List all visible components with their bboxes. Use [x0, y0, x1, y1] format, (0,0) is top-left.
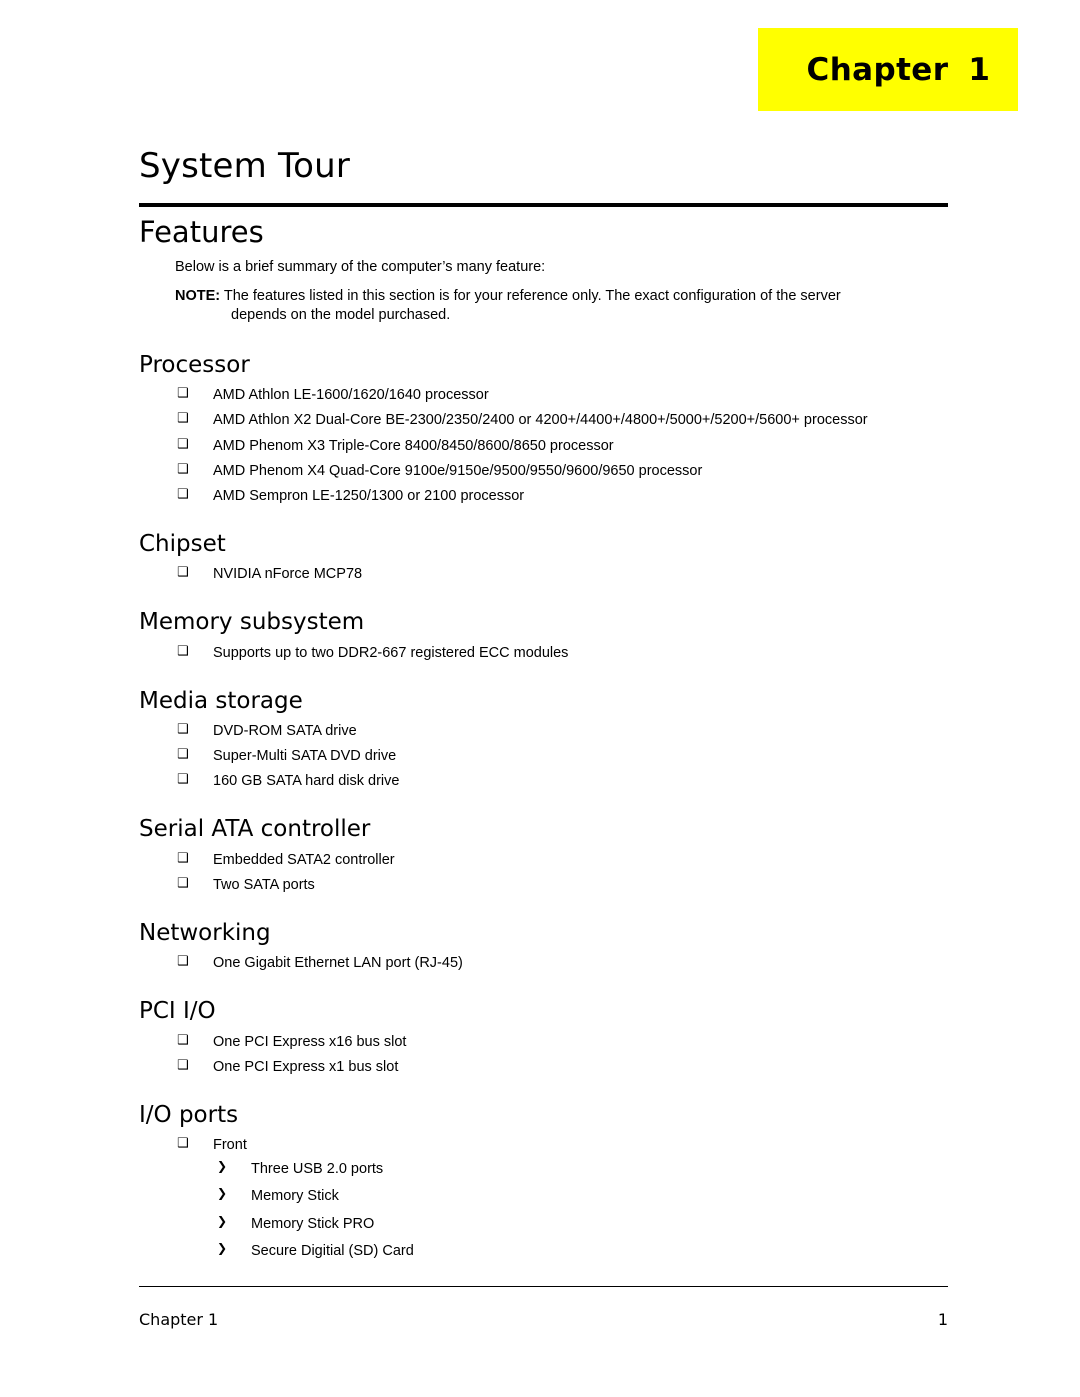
list-item-label: One PCI Express x16 bus slot — [213, 1033, 407, 1050]
list-item: ❑ 160 GB SATA hard disk drive — [139, 772, 949, 790]
sublist-front-ports: ❯ Three USB 2.0 ports ❯ Memory Stick ❯ Memo… — [213, 1159, 949, 1260]
list-item: ❑ One PCI Express x1 bus slot — [139, 1058, 949, 1076]
square-bullet-icon: ❑ — [177, 1032, 189, 1048]
arrow-bullet-icon: ❯ — [217, 1159, 228, 1174]
list-item: ❑ DVD-ROM SATA drive — [139, 722, 949, 740]
subsection-heading-pci-io: PCI I/O — [139, 998, 216, 1025]
list-item: ❑ AMD Phenom X3 Triple-Core 8400/8450/860… — [139, 437, 949, 455]
footer-chapter-label: Chapter 1 — [139, 1310, 219, 1329]
note-label: NOTE: — [175, 287, 221, 304]
footer-page-number: 1 — [937, 1310, 948, 1329]
square-bullet-icon: ❑ — [177, 850, 189, 866]
square-bullet-icon: ❑ — [177, 565, 189, 581]
section-heading-features: Features — [139, 215, 264, 249]
square-bullet-icon: ❑ — [177, 747, 189, 763]
list-item: ❑ One PCI Express x16 bus slot — [139, 1033, 949, 1051]
list-item-label: NVIDIA nForce MCP78 — [213, 566, 363, 583]
list-item-label: DVD-ROM SATA drive — [213, 723, 357, 740]
subsection-heading-chipset: Chipset — [139, 530, 226, 557]
subsection-heading-media-storage: Media storage — [139, 687, 303, 714]
square-bullet-icon: ❑ — [177, 461, 189, 477]
arrow-bullet-icon: ❯ — [217, 1240, 228, 1255]
document-page: Chapter 1 System Tour Features Below is … — [0, 0, 1080, 1397]
content-body: Below is a brief summary of the computer… — [139, 258, 949, 1269]
sub-list-item: ❯ Memory Stick — [213, 1186, 949, 1205]
sub-list-item: ❯ Three USB 2.0 ports — [213, 1159, 949, 1178]
arrow-bullet-icon: ❯ — [217, 1213, 228, 1228]
square-bullet-icon: ❑ — [177, 954, 189, 970]
list-processor: ❑ AMD Athlon LE-1600/1620/1640 processor … — [139, 386, 949, 505]
list-item: ❑ Super-Multi SATA DVD drive — [139, 747, 949, 765]
list-item: ❑ Embedded SATA2 controller — [139, 851, 949, 869]
chapter-label: Chapter — [806, 51, 949, 88]
chapter-banner: Chapter 1 — [758, 28, 1018, 111]
list-pci-io: ❑ One PCI Express x16 bus slot ❑ One PCI E… — [139, 1033, 949, 1076]
footer-divider — [139, 1286, 948, 1287]
list-item-label: AMD Phenom X4 Quad-Core 9100e/9150e/9500… — [213, 462, 703, 479]
note-text-line2: depends on the model purchased. — [231, 307, 451, 324]
note-text-line1: The features listed in this section is f… — [220, 287, 841, 304]
list-item-label: Supports up to two DDR2-667 registered E… — [213, 644, 569, 661]
square-bullet-icon: ❑ — [177, 436, 189, 452]
square-bullet-icon: ❑ — [177, 1057, 189, 1073]
square-bullet-icon: ❑ — [177, 1136, 189, 1152]
note-paragraph: NOTE: The features listed in this sectio… — [175, 287, 949, 326]
list-chipset: ❑ NVIDIA nForce MCP78 — [139, 565, 949, 583]
page-title: System Tour — [139, 146, 351, 186]
list-item-label: AMD Athlon LE-1600/1620/1640 processor — [213, 387, 489, 404]
list-item: ❑ NVIDIA nForce MCP78 — [139, 565, 949, 583]
list-item-label: One Gigabit Ethernet LAN port (RJ-45) — [213, 955, 463, 972]
list-networking: ❑ One Gigabit Ethernet LAN port (RJ-45) — [139, 954, 949, 972]
list-item: ❑ One Gigabit Ethernet LAN port (RJ-45) — [139, 954, 949, 972]
square-bullet-icon: ❑ — [177, 722, 189, 738]
subsection-heading-networking: Networking — [139, 919, 271, 946]
arrow-bullet-icon: ❯ — [217, 1186, 228, 1201]
square-bullet-icon: ❑ — [177, 411, 189, 427]
subsection-heading-processor: Processor — [139, 351, 250, 378]
square-bullet-icon: ❑ — [177, 486, 189, 502]
sub-list-item-label: Secure Digitial (SD) Card — [251, 1242, 414, 1259]
square-bullet-icon: ❑ — [177, 875, 189, 891]
list-item-label: Super-Multi SATA DVD drive — [213, 748, 397, 765]
sub-list-item: ❯ Memory Stick PRO — [213, 1213, 949, 1233]
list-serial-ata-controller: ❑ Embedded SATA2 controller ❑ Two SATA por… — [139, 851, 949, 894]
chapter-number: 1 — [968, 51, 990, 88]
list-memory-subsystem: ❑ Supports up to two DDR2-667 registered … — [139, 644, 949, 662]
list-item: ❑ Front ❯ Three USB 2.0 ports ❯ Memory Sti… — [139, 1136, 949, 1260]
list-item-label: AMD Athlon X2 Dual-Core BE-2300/2350/240… — [213, 412, 868, 429]
sub-list-item-label: Memory Stick — [251, 1188, 339, 1205]
list-media-storage: ❑ DVD-ROM SATA drive ❑ Super-Multi SATA DV… — [139, 722, 949, 790]
sub-list-item: ❯ Secure Digitial (SD) Card — [213, 1240, 949, 1260]
list-item: ❑ AMD Phenom X4 Quad-Core 9100e/9150e/950… — [139, 462, 949, 480]
sub-list-item-label: Three USB 2.0 ports — [251, 1161, 384, 1178]
square-bullet-icon: ❑ — [177, 643, 189, 659]
list-item-label: AMD Sempron LE-1250/1300 or 2100 process… — [213, 487, 525, 504]
list-item: ❑ AMD Sempron LE-1250/1300 or 2100 proces… — [139, 487, 949, 505]
list-item: ❑ Two SATA ports — [139, 876, 949, 894]
intro-paragraph: Below is a brief summary of the computer… — [175, 259, 546, 275]
list-item-label: One PCI Express x1 bus slot — [213, 1058, 399, 1075]
list-item-label: Two SATA ports — [213, 876, 315, 893]
list-item-label: Front — [213, 1137, 247, 1154]
list-item-label: 160 GB SATA hard disk drive — [213, 773, 400, 790]
subsection-heading-io-ports: I/O ports — [139, 1101, 239, 1128]
square-bullet-icon: ❑ — [177, 386, 189, 402]
sub-list-item-label: Memory Stick PRO — [251, 1215, 375, 1232]
list-item: ❑ AMD Athlon LE-1600/1620/1640 processor — [139, 386, 949, 404]
subsection-heading-memory-subsystem: Memory subsystem — [139, 609, 365, 636]
title-divider — [139, 203, 948, 207]
list-item: ❑ AMD Athlon X2 Dual-Core BE-2300/2350/24… — [139, 411, 949, 429]
list-item: ❑ Supports up to two DDR2-667 registered … — [139, 644, 949, 662]
list-item-label: Embedded SATA2 controller — [213, 851, 395, 868]
list-io-ports: ❑ Front ❯ Three USB 2.0 ports ❯ Memory Sti… — [139, 1136, 949, 1260]
square-bullet-icon: ❑ — [177, 772, 189, 788]
list-item-label: AMD Phenom X3 Triple-Core 8400/8450/8600… — [213, 437, 614, 454]
subsection-heading-serial-ata-controller: Serial ATA controller — [139, 816, 371, 843]
